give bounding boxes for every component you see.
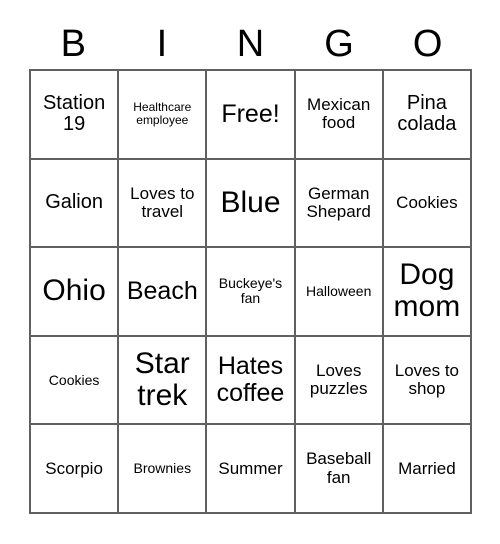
bingo-cell[interactable]: Loves puzzles [295, 336, 384, 426]
bingo-cell-label: Summer [218, 458, 283, 478]
bingo-cell[interactable]: Blue [207, 159, 296, 249]
bingo-cell-label: Blue [220, 185, 281, 219]
bingo-grid: Station 19 Healthcare employee Free! Mex… [29, 69, 472, 514]
bingo-card: B I N G O Station 19 Healthcare employee… [0, 0, 500, 544]
bingo-cell-label: German Shepard [306, 183, 371, 221]
bingo-cell-label: Baseball fan [306, 449, 372, 487]
bingo-cell[interactable]: Hates coffee [207, 336, 296, 426]
bingo-cell-label: Pina colada [397, 91, 457, 136]
bingo-cell-label: Cookies [48, 371, 100, 388]
bingo-header: B I N G O [29, 20, 472, 68]
header-letter-b: B [60, 23, 86, 65]
bingo-cell[interactable]: Pina colada [383, 71, 472, 160]
bingo-cell[interactable]: Cookies [31, 336, 120, 426]
bingo-cell-label: Free! [221, 99, 280, 128]
bingo-cell[interactable]: Summer [207, 425, 296, 514]
bingo-cell-label: Brownies [133, 460, 192, 477]
bingo-cell-label: Galion [45, 191, 103, 214]
header-letter-o: O [412, 23, 443, 65]
bingo-cell-label: Married [398, 458, 456, 478]
bingo-cell-label: Loves puzzles [309, 360, 368, 399]
bingo-cell-label: Buckeye's fan [218, 275, 283, 307]
bingo-cell-label: Hates coffee [216, 352, 285, 408]
bingo-cell-label: Ohio [42, 274, 106, 308]
bingo-cell[interactable]: Married [383, 425, 472, 514]
bingo-cell[interactable]: Brownies [119, 425, 208, 514]
bingo-cell[interactable]: Healthcare employee [119, 71, 208, 160]
bingo-cell[interactable]: Buckeye's fan [207, 248, 296, 337]
bingo-cell-label: Healthcare employee [133, 100, 192, 128]
bingo-cell-label: Loves to shop [394, 360, 460, 399]
bingo-cell[interactable]: Cookies [383, 159, 472, 249]
bingo-cell-label: Station 19 [42, 91, 106, 136]
bingo-cell-label: Beach [126, 276, 198, 305]
bingo-cell[interactable]: German Shepard [295, 159, 384, 249]
bingo-cell[interactable]: Loves to shop [383, 336, 472, 426]
header-letter-g: G [324, 23, 354, 65]
bingo-cell-label: Cookies [396, 192, 458, 212]
bingo-cell[interactable]: Station 19 [31, 71, 120, 160]
bingo-cell[interactable]: Beach [119, 248, 208, 337]
header-letter-n: N [236, 23, 265, 65]
bingo-cell[interactable]: Mexican food [295, 71, 384, 160]
bingo-cell[interactable]: Halloween [295, 248, 384, 337]
bingo-cell-label: Star trek [134, 346, 190, 413]
bingo-cell-label: Mexican food [307, 94, 371, 133]
bingo-cell-label: Dog mom [393, 258, 461, 324]
bingo-cell[interactable]: Loves to travel [119, 159, 208, 249]
bingo-cell[interactable]: Scorpio [31, 425, 120, 514]
bingo-cell[interactable]: Star trek [119, 336, 208, 426]
bingo-cell-label: Halloween [306, 282, 372, 299]
bingo-cell-label: Loves to travel [130, 183, 195, 221]
bingo-cell[interactable]: Baseball fan [295, 425, 384, 514]
bingo-cell[interactable]: Galion [31, 159, 120, 249]
header-letter-i: I [156, 23, 168, 65]
bingo-cell-free[interactable]: Free! [207, 71, 296, 160]
bingo-cell-label: Scorpio [45, 458, 103, 478]
bingo-cell[interactable]: Dog mom [383, 248, 472, 337]
bingo-cell[interactable]: Ohio [31, 248, 120, 337]
